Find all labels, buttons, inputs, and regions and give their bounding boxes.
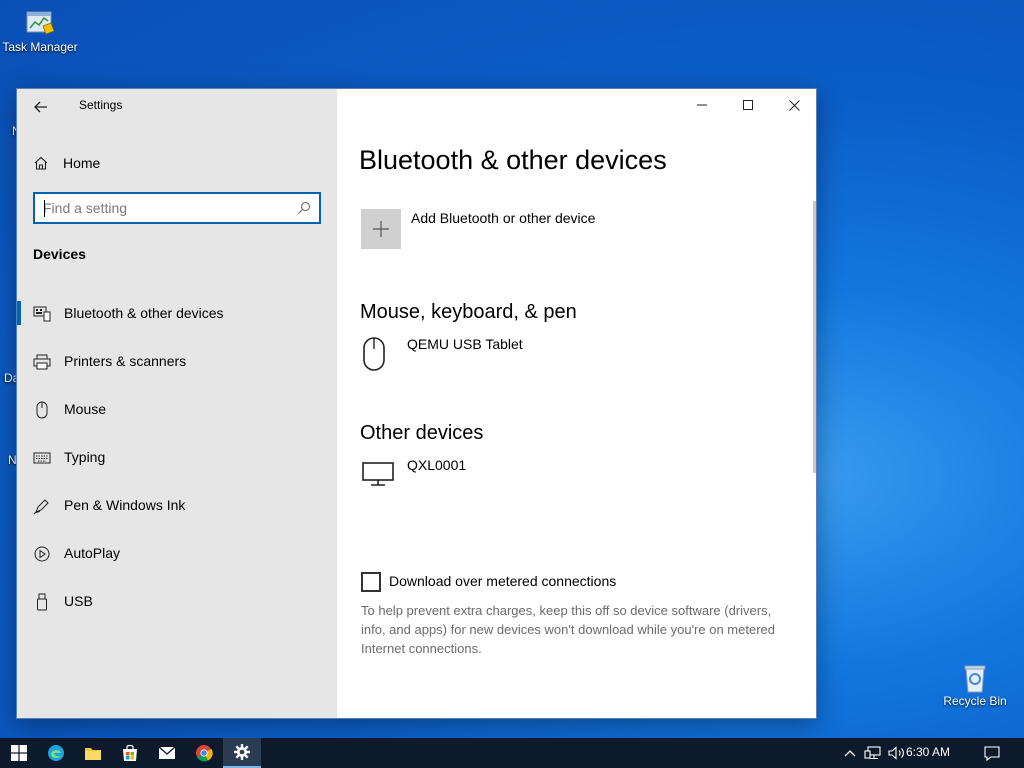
bluetooth-devices-icon: [33, 305, 51, 323]
minimize-button[interactable]: [679, 89, 725, 121]
sidebar-item-mouse[interactable]: Mouse: [17, 385, 337, 433]
maximize-icon: [743, 100, 753, 110]
page-title: Bluetooth & other devices: [359, 145, 667, 175]
back-button[interactable]: [31, 97, 51, 117]
settings-icon: [234, 744, 250, 760]
windows-start-icon: [11, 745, 27, 761]
sidebar-item-typing[interactable]: Typing: [17, 433, 337, 481]
desktop-icon-label: Recycle Bin: [943, 694, 1007, 708]
metered-description: To help prevent extra charges, keep this…: [361, 603, 775, 656]
taskbar: 6:30 AM: [0, 738, 1024, 768]
search-icon[interactable]: [297, 201, 311, 215]
chevron-up-icon: [844, 750, 856, 757]
minimize-icon: [697, 104, 707, 106]
keyboard-icon: [33, 449, 51, 467]
metered-download-checkbox[interactable]: [361, 572, 381, 592]
network-icon: [864, 746, 881, 760]
recycle-bin-icon: [964, 665, 986, 693]
home-icon: [34, 156, 48, 170]
volume-tray-button[interactable]: [886, 738, 908, 768]
text-caret: [44, 200, 45, 217]
show-hidden-icons-button[interactable]: [840, 738, 860, 768]
device-item-qxl[interactable]: [361, 461, 395, 492]
file-explorer-icon: [85, 748, 101, 760]
settings-window: Settings Home Devices Bluetooth & other …: [16, 88, 817, 719]
sidebar: Settings Home Devices Bluetooth & other …: [17, 89, 337, 718]
sidebar-item-label: Printers & scanners: [64, 353, 187, 369]
desktop-icon-label: Task Manager: [2, 40, 78, 54]
sidebar-item-label: Typing: [64, 449, 106, 465]
group-heading-input: Mouse, keyboard, & pen: [360, 301, 577, 323]
device-name: QEMU USB Tablet: [407, 336, 523, 352]
devices-nav: Bluetooth & other devices Printers & sca…: [17, 289, 337, 625]
sidebar-item-label: Pen & Windows Ink: [64, 497, 186, 513]
add-device-label[interactable]: Add Bluetooth or other device: [411, 210, 595, 226]
mouse-icon: [363, 337, 385, 371]
printer-icon: [33, 353, 51, 371]
search-input[interactable]: [43, 199, 287, 217]
section-heading: Devices: [33, 246, 86, 262]
maximize-button[interactable]: [725, 89, 771, 121]
network-tray-button[interactable]: [862, 738, 884, 768]
mail-taskbar-button[interactable]: [149, 738, 185, 768]
file-explorer-taskbar-button[interactable]: [75, 738, 111, 768]
main-pane: Bluetooth & other devices Add Bluetooth …: [337, 89, 816, 718]
sidebar-item-pen[interactable]: Pen & Windows Ink: [17, 481, 337, 529]
search-box[interactable]: [33, 192, 321, 224]
window-title: Settings: [79, 98, 123, 112]
settings-taskbar-button[interactable]: [223, 738, 261, 768]
mouse-icon: [33, 401, 51, 419]
monitor-icon: [362, 462, 394, 486]
task-manager-icon: [26, 11, 55, 35]
sidebar-item-usb[interactable]: USB: [17, 577, 337, 625]
sidebar-item-autoplay[interactable]: AutoPlay: [17, 529, 337, 577]
desktop-icon-task-manager[interactable]: Task Manager: [2, 8, 78, 54]
home-nav-item[interactable]: Home: [33, 151, 100, 175]
sidebar-item-label: Mouse: [64, 401, 107, 417]
sidebar-item-label: Bluetooth & other devices: [64, 305, 224, 321]
pen-icon: [33, 497, 51, 515]
metered-download-label[interactable]: Download over metered connections: [389, 573, 616, 589]
desktop-icon-recycle-bin[interactable]: Recycle Bin: [940, 662, 1010, 708]
plus-icon: [373, 221, 389, 237]
device-item-qemu-tablet[interactable]: [361, 337, 387, 376]
notification-icon: [984, 745, 1000, 761]
add-device-button[interactable]: [361, 209, 401, 249]
chrome-icon: [196, 745, 213, 762]
close-icon: [788, 99, 800, 111]
group-heading-other: Other devices: [360, 422, 484, 444]
sidebar-item-label: AutoPlay: [64, 545, 121, 561]
device-name: QXL0001: [407, 457, 467, 473]
autoplay-icon: [33, 545, 51, 563]
speaker-icon: [888, 746, 904, 760]
usb-icon: [33, 593, 51, 611]
scrollbar-thumb[interactable]: [813, 201, 816, 473]
sidebar-item-bluetooth[interactable]: Bluetooth & other devices: [17, 289, 337, 337]
store-icon: [123, 744, 137, 761]
close-button[interactable]: [771, 89, 817, 121]
edge-taskbar-button[interactable]: [38, 738, 74, 768]
notification-center-button[interactable]: [978, 738, 1006, 768]
home-label: Home: [63, 155, 101, 171]
edge-icon: [48, 745, 64, 761]
start-button[interactable]: [0, 738, 38, 768]
chrome-taskbar-button[interactable]: [186, 738, 222, 768]
arrow-left-icon: [34, 101, 47, 113]
store-taskbar-button[interactable]: [112, 738, 148, 768]
sidebar-item-label: USB: [64, 593, 93, 609]
taskbar-clock[interactable]: 6:30 AM: [906, 745, 950, 759]
sidebar-item-printers[interactable]: Printers & scanners: [17, 337, 337, 385]
mail-icon: [158, 746, 176, 759]
